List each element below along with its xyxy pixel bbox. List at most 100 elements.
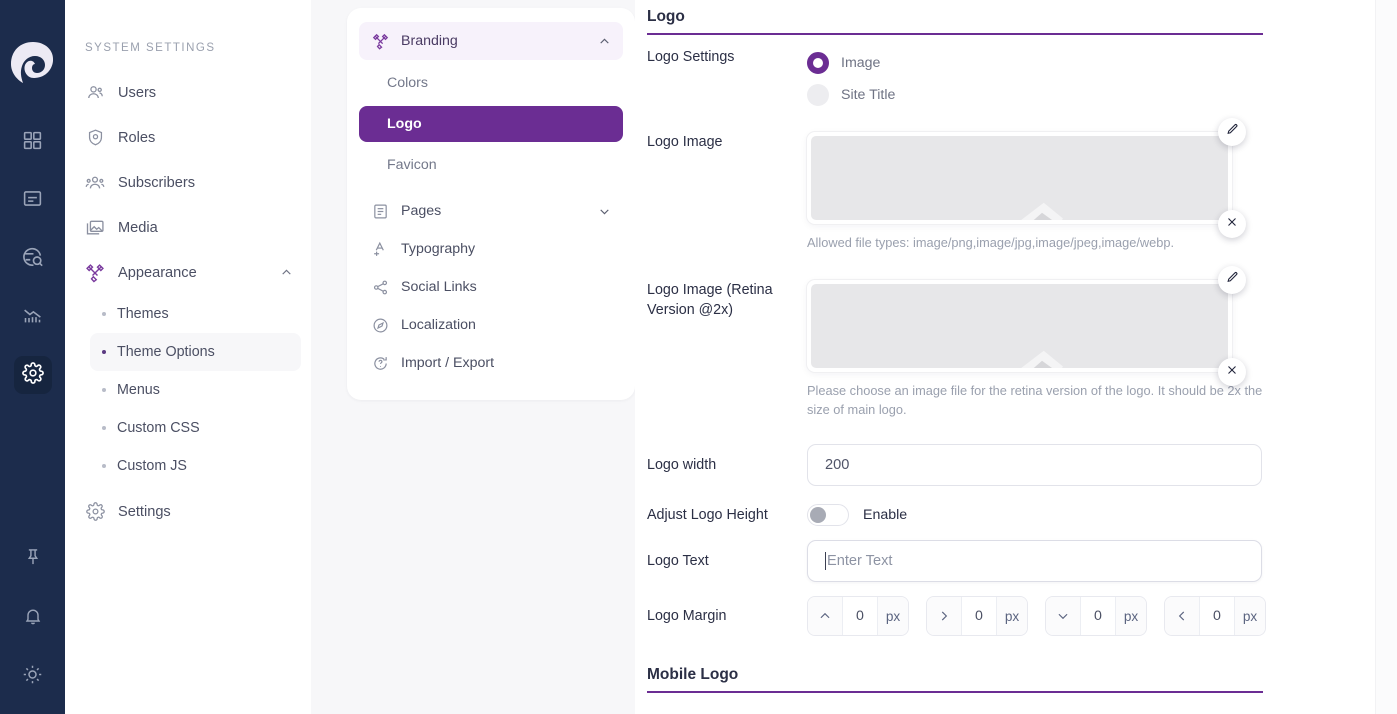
chevron-up-icon — [808, 597, 842, 635]
theme-options-nav-card: Branding Colors Logo Favicon Pages Typog… — [347, 8, 635, 400]
sidebar-item-settings[interactable]: Settings — [75, 489, 301, 534]
logo-margin-bottom[interactable]: 0 px — [1045, 596, 1147, 636]
rail-item-analytics[interactable] — [14, 298, 52, 336]
rail-item-notifications[interactable] — [14, 599, 52, 637]
logo-margin-left[interactable]: 0 px — [1164, 596, 1266, 636]
image-placeholder — [811, 136, 1228, 220]
rail-item-dashboard[interactable] — [14, 124, 52, 162]
field-logo-image: Logo Image Allowed file types: image/png… — [647, 118, 1317, 252]
logo-margin-bottom-value[interactable]: 0 — [1080, 597, 1116, 635]
logo-width-input[interactable]: 200 — [807, 444, 1262, 486]
rail-item-theme-toggle[interactable] — [14, 658, 52, 696]
media-image-icon — [85, 218, 105, 238]
remove-logo-image-button[interactable] — [1218, 210, 1246, 238]
logo-margin-top-value[interactable]: 0 — [842, 597, 878, 635]
radio-option-image[interactable]: Image — [807, 47, 1317, 79]
radio-group-logo-settings: Image Site Title — [807, 47, 1317, 111]
edit-logo-image-button[interactable] — [1218, 118, 1246, 146]
pin-icon — [23, 547, 43, 572]
logo-text-input[interactable]: Enter Text — [807, 540, 1262, 582]
sidebar-item-users[interactable]: Users — [75, 70, 301, 115]
logo-margin-top-unit: px — [878, 597, 908, 635]
radio-option-site-title[interactable]: Site Title — [807, 79, 1317, 111]
sidebar-item-theme-options[interactable]: Theme Options — [90, 333, 301, 371]
nav-item-social-links[interactable]: Social Links — [359, 268, 623, 306]
chevron-up-icon[interactable] — [280, 266, 293, 279]
typography-icon — [371, 240, 389, 258]
nav-item-import-export[interactable]: Import / Export — [359, 344, 623, 382]
nav-subitem-logo[interactable]: Logo — [359, 106, 623, 142]
icon-rail — [0, 0, 65, 714]
rail-item-pin[interactable] — [14, 540, 52, 578]
logo-width-control: 200 — [807, 444, 1317, 486]
import-export-icon — [371, 354, 389, 372]
remove-logo-image-retina-button[interactable] — [1218, 358, 1246, 386]
nav-item-label: Import / Export — [401, 355, 495, 371]
sidebar-item-roles[interactable]: Roles — [75, 115, 301, 160]
logo-image-retina-dropzone[interactable] — [807, 266, 1246, 386]
chevron-down-icon[interactable] — [598, 205, 611, 218]
rail-item-seo[interactable] — [14, 240, 52, 278]
section-title-mobile-logo: Mobile Logo — [647, 658, 1263, 693]
logo-text-control: Enter Text — [807, 540, 1317, 582]
sidebar-item-themes[interactable]: Themes — [90, 295, 301, 333]
field-label: Logo Image — [647, 134, 723, 150]
sidebar-item-appearance[interactable]: Appearance — [75, 250, 301, 295]
field-label: Logo Text — [647, 553, 709, 569]
sidebar-item-subscribers[interactable]: Subscribers — [75, 160, 301, 205]
nav-item-typography[interactable]: Typography — [359, 230, 623, 268]
nav-item-branding[interactable]: Branding — [359, 22, 623, 60]
theme-options-nav-column: Branding Colors Logo Favicon Pages Typog… — [311, 0, 635, 714]
brightness-sun-icon — [22, 664, 43, 690]
nav-subitem-colors[interactable]: Colors — [359, 65, 623, 101]
sidebar-item-menus[interactable]: Menus — [90, 371, 301, 409]
logo-margin-top[interactable]: 0 px — [807, 596, 909, 636]
rail-item-pages[interactable] — [14, 182, 52, 220]
nav-item-label: Pages — [401, 203, 442, 219]
bell-notification-icon — [23, 606, 43, 631]
seo-search-globe-icon — [22, 246, 44, 273]
radio-label: Site Title — [841, 87, 896, 103]
edit-logo-image-retina-button[interactable] — [1218, 266, 1246, 294]
radio-image-icon[interactable] — [807, 52, 829, 74]
system-settings-sidebar: SYSTEM SETTINGS Users Roles Subscribers … — [65, 0, 311, 714]
appearance-brush-icon — [85, 263, 105, 283]
logo-width-value: 200 — [825, 457, 850, 473]
logo-margin-right[interactable]: 0 px — [926, 596, 1028, 636]
logo-margin-right-unit: px — [997, 597, 1027, 635]
logo-image-control: Allowed file types: image/png,image/jpg,… — [807, 118, 1317, 252]
field-logo-width: Logo width 200 — [647, 444, 1317, 486]
logo-image-help-text: Allowed file types: image/png,image/jpg,… — [807, 235, 1175, 250]
text-caret — [825, 552, 826, 570]
sidebar-item-media[interactable]: Media — [75, 205, 301, 250]
sidebar-subitem-label: Custom CSS — [117, 420, 200, 436]
logo-margin-right-value[interactable]: 0 — [961, 597, 997, 635]
broken-image-glyph — [1021, 202, 1064, 220]
sidebar-item-label: Roles — [118, 129, 156, 146]
bullet-dot-icon — [102, 426, 106, 430]
image-frame — [807, 280, 1232, 372]
nav-subitem-label: Favicon — [387, 157, 437, 173]
main-scrollbar[interactable] — [1375, 0, 1397, 714]
logo-image-dropzone[interactable] — [807, 118, 1246, 238]
sidebar-item-custom-css[interactable]: Custom CSS — [90, 409, 301, 447]
rail-bottom-icons — [0, 540, 65, 696]
subscribers-icon — [85, 173, 105, 193]
sidebar-item-custom-js[interactable]: Custom JS — [90, 447, 301, 485]
logo-margin-left-value[interactable]: 0 — [1199, 597, 1235, 635]
nav-subitem-favicon[interactable]: Favicon — [359, 147, 623, 183]
nav-item-pages[interactable]: Pages — [359, 192, 623, 230]
sidebar-item-label: Settings — [118, 503, 171, 520]
app-logo-mark[interactable] — [7, 38, 59, 90]
nav-item-localization[interactable]: Localization — [359, 306, 623, 344]
sidebar-subitem-label: Themes — [117, 306, 169, 322]
chevron-up-icon[interactable] — [598, 35, 611, 48]
logo-margin-control: 0 px 0 px 0 px 0 px — [807, 596, 1317, 636]
radio-site-title-icon[interactable] — [807, 84, 829, 106]
adjust-logo-height-toggle[interactable] — [807, 504, 849, 526]
image-frame — [807, 132, 1232, 224]
rail-item-settings[interactable] — [13, 356, 52, 394]
chevron-left-icon — [1165, 597, 1199, 635]
pages-list-icon — [371, 202, 389, 220]
image-placeholder — [811, 284, 1228, 368]
